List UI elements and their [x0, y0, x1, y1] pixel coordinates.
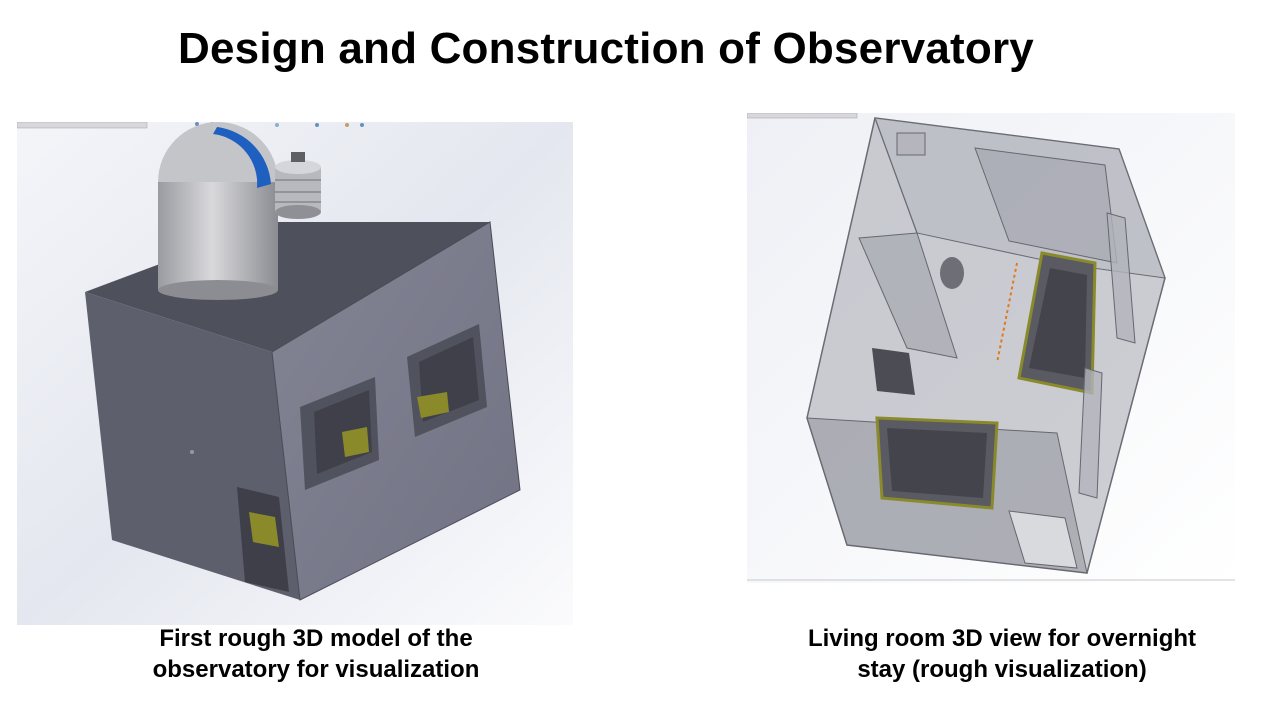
left-caption-line1: First rough 3D model of the [159, 625, 473, 652]
cylinder-model [275, 152, 321, 219]
left-figure-caption: First rough 3D model of the observatory … [60, 623, 572, 685]
right-figure-caption: Living room 3D view for overnight stay (… [752, 623, 1252, 685]
right-caption-line2: stay (rough visualization) [857, 656, 1147, 683]
dome-model [158, 122, 278, 300]
lower-bed-model [875, 416, 999, 510]
left-caption-line2: observatory for visualization [152, 656, 480, 683]
living-room-model-render [747, 113, 1235, 583]
observatory-model-render [17, 122, 573, 625]
right-caption-line1: Living room 3D view for overnight [807, 625, 1197, 652]
observatory-model-image [17, 122, 573, 625]
slide-title: Design and Construction of Observatory [178, 24, 1034, 73]
living-room-model-image [747, 113, 1235, 583]
